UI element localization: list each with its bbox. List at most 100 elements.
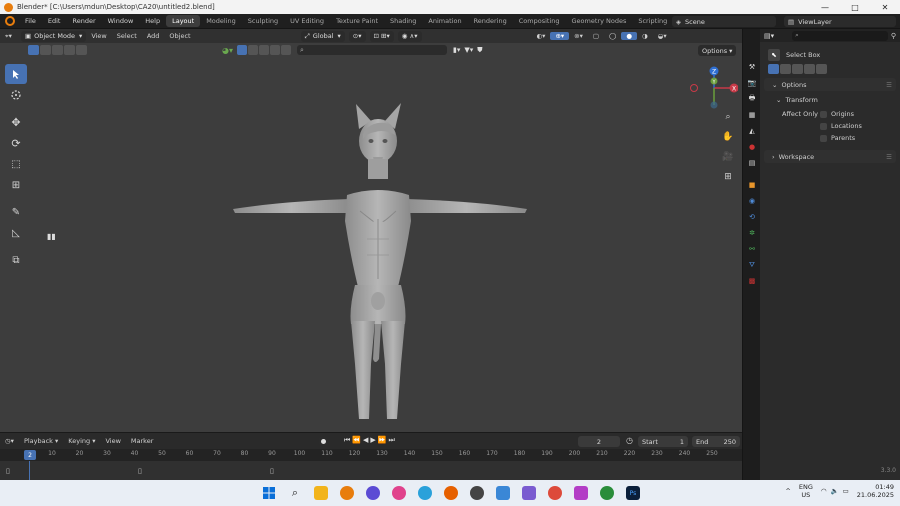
clock[interactable]: 01:49 21.06.2025: [857, 483, 894, 499]
menu-file[interactable]: File: [19, 17, 42, 25]
add-cube-tool[interactable]: ⧉: [5, 250, 27, 270]
workspace-panel-header[interactable]: › Workspace ☰: [764, 150, 896, 163]
view-layer-selector[interactable]: ▤ ViewLayer: [784, 16, 896, 27]
close-button[interactable]: ✕: [870, 0, 900, 14]
proportional-edit-toggle[interactable]: ◉ ∧▾: [397, 30, 422, 42]
locations-checkbox[interactable]: [820, 122, 827, 130]
physics-tab-icon[interactable]: ✲: [743, 225, 761, 241]
menu-add[interactable]: Add: [142, 32, 165, 40]
select-new-icon[interactable]: [28, 45, 39, 55]
mode-selector[interactable]: ▣ Object Mode ▾: [20, 30, 87, 42]
annotate-tool[interactable]: ✎: [5, 202, 27, 222]
end-frame-field[interactable]: End 250: [692, 436, 740, 447]
shield-icon[interactable]: ⛊: [477, 46, 482, 55]
battery-icon[interactable]: ▭: [843, 487, 849, 495]
shading-wireframe-icon[interactable]: ◯: [604, 32, 621, 40]
tab-sculpting[interactable]: Sculpting: [242, 15, 284, 27]
rotate-tool[interactable]: ⟳: [5, 133, 27, 153]
menu-keying[interactable]: Keying ▾: [63, 437, 100, 445]
view-layer-tab-icon[interactable]: ▦: [743, 107, 761, 123]
tab-rendering[interactable]: Rendering: [468, 15, 513, 27]
grid-icon[interactable]: ⊞: [720, 169, 736, 185]
start-frame-field[interactable]: Start 1: [638, 436, 688, 447]
tab-modeling[interactable]: Modeling: [200, 15, 242, 27]
mode-extend-icon[interactable]: [780, 64, 791, 74]
view-object-types-icon[interactable]: ◐▾: [532, 32, 551, 40]
filter-mode-a-icon[interactable]: [237, 45, 247, 55]
shading-solid-icon[interactable]: ●: [621, 32, 637, 40]
blender-taskbar-icon[interactable]: [340, 486, 354, 500]
filter-mode-c-icon[interactable]: [259, 45, 269, 55]
texture-tab-icon[interactable]: ▩: [743, 273, 761, 289]
app-icon[interactable]: [470, 486, 484, 500]
gizmo-toggle-icon[interactable]: ⊕▾: [550, 32, 570, 40]
particles-tab-icon[interactable]: ⟲: [743, 209, 761, 225]
parents-checkbox[interactable]: [820, 134, 827, 142]
windows-start-icon[interactable]: [262, 486, 276, 500]
3d-viewport[interactable]: ⌖▾ ▣ Object Mode ▾ View Select Add Objec…: [0, 29, 742, 432]
origins-checkbox[interactable]: [820, 110, 827, 118]
discord-icon[interactable]: [366, 486, 380, 500]
menu-help[interactable]: Help: [139, 17, 166, 25]
menu-object[interactable]: Object: [164, 32, 195, 40]
filter-icon[interactable]: ▼▾: [464, 46, 473, 54]
volume-icon[interactable]: 🔈: [831, 487, 839, 495]
zoom-icon[interactable]: ⌕: [720, 109, 736, 125]
tab-texture-paint[interactable]: Texture Paint: [330, 15, 384, 27]
editor-type-icon[interactable]: ⌖▾: [0, 32, 17, 41]
select-extend-icon[interactable]: [40, 45, 51, 55]
jump-end-icon[interactable]: ⏭: [389, 436, 395, 445]
bookmark-icon[interactable]: ▮▾: [453, 46, 460, 54]
mode-intersect-icon[interactable]: [816, 64, 827, 74]
wifi-icon[interactable]: ◠: [821, 487, 827, 495]
current-frame-field[interactable]: 2: [578, 436, 620, 447]
maximize-button[interactable]: □: [840, 0, 870, 14]
menu-timeline-view[interactable]: View: [100, 437, 125, 445]
data-tab-icon[interactable]: ⛛: [743, 257, 761, 273]
menu-playback[interactable]: Playback ▾: [19, 437, 63, 445]
play-reverse-icon[interactable]: ◀: [363, 436, 368, 445]
menu-render[interactable]: Render: [66, 17, 101, 25]
tool-tab-icon[interactable]: ⚒: [743, 59, 761, 75]
minimize-button[interactable]: —: [810, 0, 840, 14]
mode-subtract-icon[interactable]: [792, 64, 803, 74]
transform-subpanel-header[interactable]: ⌄ Transform: [760, 93, 900, 106]
chat-app-icon[interactable]: [496, 486, 510, 500]
pin-icon[interactable]: ⚲: [891, 32, 896, 40]
next-keyframe-icon[interactable]: ⏩: [378, 436, 387, 445]
drag-handle-icon[interactable]: ☰: [886, 81, 892, 89]
record-icon[interactable]: [318, 436, 328, 446]
character-model[interactable]: [225, 99, 535, 419]
menu-edit[interactable]: Edit: [42, 17, 67, 25]
cursor-tool[interactable]: [5, 85, 27, 105]
language-indicator[interactable]: ENG US: [799, 483, 813, 499]
options-dropdown[interactable]: Options ▾: [698, 45, 737, 56]
xbox-icon[interactable]: [600, 486, 614, 500]
measure-tool[interactable]: ◺: [5, 223, 27, 243]
tab-compositing[interactable]: Compositing: [513, 15, 566, 27]
snap-toggle[interactable]: ⊡ ⊞▾: [369, 30, 394, 42]
move-tool[interactable]: ✥: [5, 112, 27, 132]
mode-difference-icon[interactable]: [804, 64, 815, 74]
filter-mode-b-icon[interactable]: [248, 45, 258, 55]
menu-select[interactable]: Select: [112, 32, 142, 40]
overlays-icon[interactable]: ⊚▾: [569, 32, 588, 40]
filter-mode-e-icon[interactable]: [281, 45, 291, 55]
menu-window[interactable]: Window: [102, 17, 140, 25]
scene-selector[interactable]: ◈ Scene: [672, 16, 776, 27]
tray-chevron-icon[interactable]: ^: [785, 487, 790, 495]
jump-start-icon[interactable]: ⏮: [344, 436, 350, 445]
clock-icon[interactable]: ◷: [626, 436, 633, 445]
filter-mode-d-icon[interactable]: [270, 45, 280, 55]
tab-layout[interactable]: Layout: [166, 15, 201, 27]
options-panel-header[interactable]: ⌄ Options ☰: [764, 78, 896, 91]
editor-app-icon[interactable]: [574, 486, 588, 500]
tab-uv-editing[interactable]: UV Editing: [284, 15, 330, 27]
scene-tab-icon[interactable]: ◭: [743, 123, 761, 139]
chrome-icon[interactable]: [548, 486, 562, 500]
firefox-icon[interactable]: [444, 486, 458, 500]
visibility-icon[interactable]: ◕▾: [222, 46, 233, 55]
shading-rendered-icon[interactable]: ◒▾: [653, 32, 672, 40]
world-tab-icon[interactable]: ●: [743, 139, 761, 155]
browser-app-icon[interactable]: [392, 486, 406, 500]
